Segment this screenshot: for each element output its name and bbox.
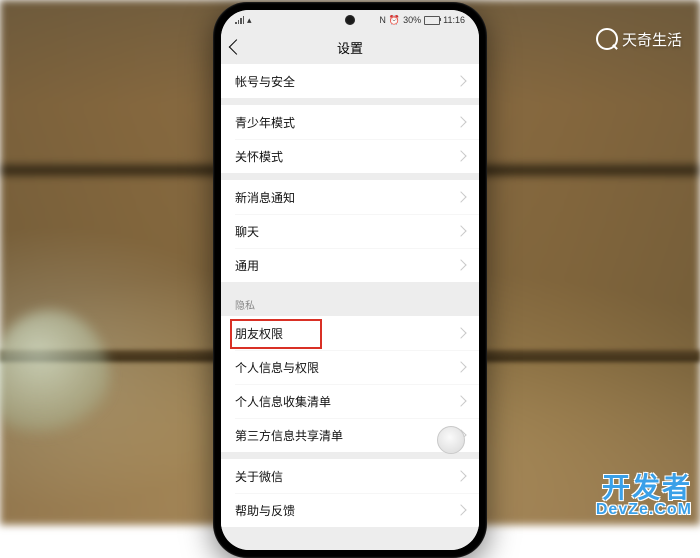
- watermark-tianqi: 天奇生活: [596, 28, 682, 50]
- chevron-right-icon: [455, 116, 466, 127]
- settings-group: 新消息通知聊天通用: [221, 180, 479, 282]
- cellular-signal-icon: [235, 16, 244, 24]
- front-camera: [345, 15, 355, 25]
- settings-group: 帐号与安全: [221, 64, 479, 98]
- tianqi-logo-icon: [596, 28, 618, 50]
- settings-row-label: 帐号与安全: [235, 73, 295, 90]
- settings-row-label: 新消息通知: [235, 189, 295, 206]
- battery-icon: [424, 16, 440, 25]
- chevron-right-icon: [455, 470, 466, 481]
- alarm-icon: ⏰: [389, 15, 400, 26]
- chevron-right-icon: [455, 150, 466, 161]
- settings-row[interactable]: 关怀模式: [221, 139, 479, 173]
- status-time: 11:16: [443, 15, 465, 25]
- settings-row-label: 通用: [235, 257, 259, 274]
- chevron-right-icon: [455, 504, 466, 515]
- settings-row[interactable]: 帮助与反馈: [221, 493, 479, 527]
- chevron-right-icon: [455, 191, 466, 202]
- settings-row[interactable]: 关于微信: [221, 459, 479, 493]
- chevron-right-icon: [455, 395, 466, 406]
- settings-row[interactable]: 朋友权限: [221, 316, 479, 350]
- settings-row-label: 青少年模式: [235, 114, 295, 131]
- settings-row-label: 个人信息收集清单: [235, 393, 331, 410]
- settings-row-label: 个人信息与权限: [235, 359, 319, 376]
- settings-list[interactable]: 帐号与安全青少年模式关怀模式新消息通知聊天通用隐私朋友权限个人信息与权限个人信息…: [221, 64, 479, 550]
- navigation-header: 设置: [221, 30, 479, 64]
- settings-row-label: 关怀模式: [235, 148, 283, 165]
- settings-row-label: 第三方信息共享清单: [235, 427, 343, 444]
- settings-row-label: 朋友权限: [235, 325, 283, 342]
- watermark-devze-en: DevZe.CoM: [596, 502, 692, 519]
- nfc-icon: N: [379, 15, 386, 25]
- settings-group: 青少年模式关怀模式: [221, 105, 479, 173]
- chevron-right-icon: [455, 361, 466, 372]
- chevron-right-icon: [455, 259, 466, 270]
- page-title: 设置: [337, 38, 363, 57]
- wifi-icon: ▴: [247, 15, 252, 26]
- settings-group: 关于微信帮助与反馈: [221, 459, 479, 527]
- back-icon[interactable]: [229, 39, 245, 55]
- assistive-touch-button[interactable]: [437, 426, 465, 454]
- chevron-right-icon: [455, 75, 466, 86]
- chevron-right-icon: [455, 327, 466, 338]
- phone-frame: ▴ N ⏰ 30% 11:16 设置 帐号与安全青少年模式关怀模式新消息通知聊天…: [213, 2, 487, 558]
- settings-row[interactable]: 通用: [221, 248, 479, 282]
- phone-screen: ▴ N ⏰ 30% 11:16 设置 帐号与安全青少年模式关怀模式新消息通知聊天…: [221, 10, 479, 550]
- watermark-devze: 开发者 DevZe.CoM: [596, 473, 692, 519]
- settings-row[interactable]: 个人信息与权限: [221, 350, 479, 384]
- settings-row-label: 关于微信: [235, 468, 283, 485]
- watermark-tianqi-text: 天奇生活: [622, 29, 682, 50]
- settings-row[interactable]: 个人信息收集清单: [221, 384, 479, 418]
- settings-row[interactable]: 帐号与安全: [221, 64, 479, 98]
- section-title-privacy: 隐私: [221, 289, 479, 316]
- chevron-right-icon: [455, 225, 466, 236]
- watermark-devze-cn: 开发者: [596, 473, 692, 502]
- settings-row[interactable]: 青少年模式: [221, 105, 479, 139]
- battery-percent: 30%: [403, 15, 421, 25]
- settings-row-label: 帮助与反馈: [235, 502, 295, 519]
- settings-row[interactable]: 新消息通知: [221, 180, 479, 214]
- settings-row[interactable]: 聊天: [221, 214, 479, 248]
- settings-row-label: 聊天: [235, 223, 259, 240]
